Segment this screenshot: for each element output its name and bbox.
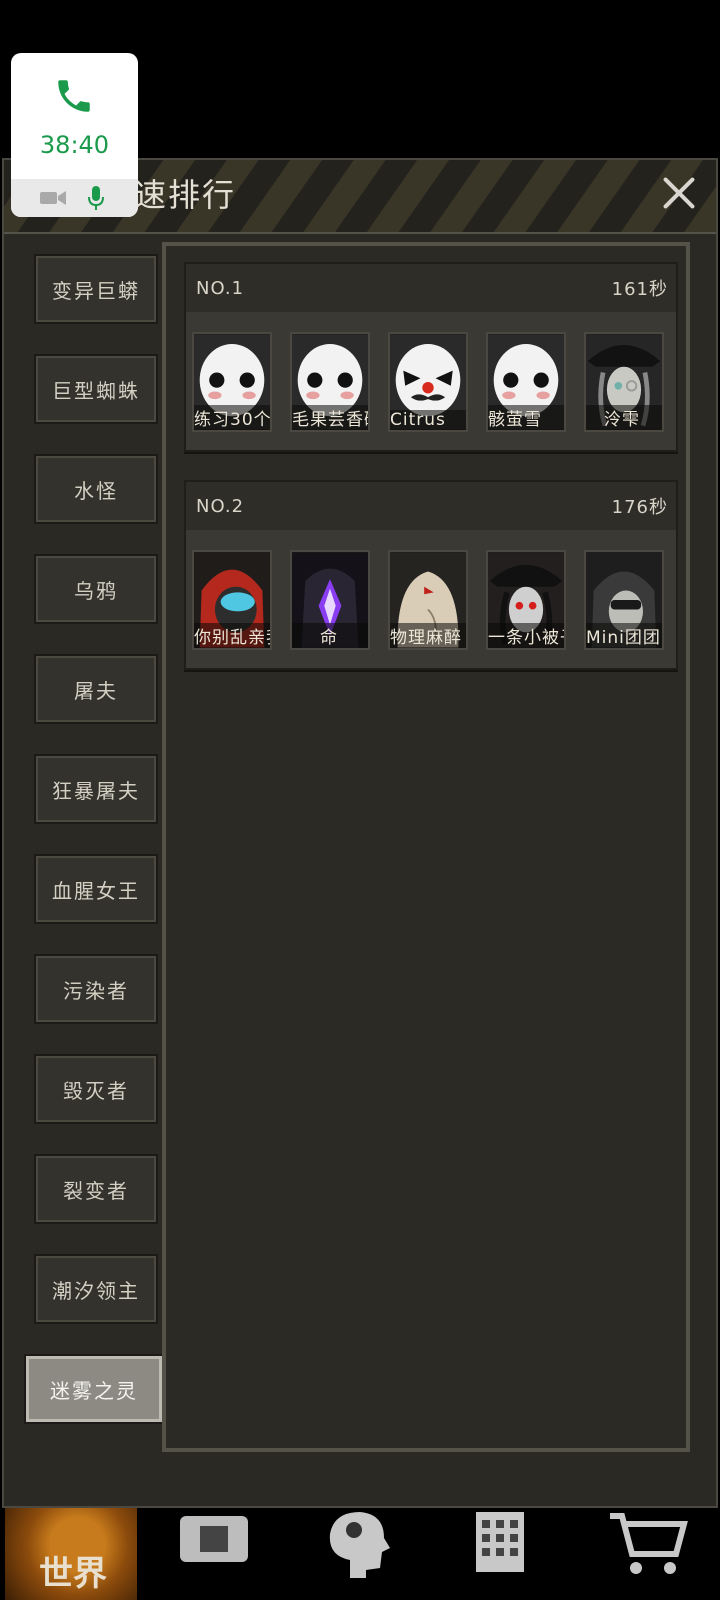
sidebar-item-label: 水怪 (74, 478, 118, 503)
player-name: Mini团团 (586, 623, 662, 648)
sidebar-item-boss-6[interactable]: 狂暴屠夫 (34, 754, 158, 824)
tab-world-label: 世界 (39, 1554, 107, 1594)
sidebar-item-label: 迷雾之灵 (50, 1378, 138, 1403)
sidebar-item-boss-1[interactable]: 变异巨蟒 (34, 254, 158, 324)
player-avatar[interactable]: 你别乱亲我 (192, 550, 272, 650)
player-avatar[interactable]: 练习30个月 (192, 332, 272, 432)
player-list: 你别乱亲我 命 (186, 530, 676, 650)
sidebar-item-boss-8[interactable]: 污染者 (34, 954, 158, 1024)
rank-header: NO.2 176秒 (186, 482, 676, 530)
sidebar-item-label: 污染者 (63, 978, 129, 1003)
sidebar-item-boss-10[interactable]: 裂变者 (34, 1154, 158, 1224)
player-name: 一条小被子 (488, 623, 564, 648)
sidebar-item-boss-11[interactable]: 潮汐领主 (34, 1254, 158, 1324)
player-name: 泠雫 (586, 405, 662, 430)
sidebar-item-boss-5[interactable]: 屠夫 (34, 654, 158, 724)
shopping-cart-icon[interactable] (606, 1508, 696, 1578)
player-name: 练习30个月 (194, 405, 270, 430)
player-avatar[interactable]: 毛果芸香碱 (290, 332, 370, 432)
rank-card-2: NO.2 176秒 你别乱亲我 (184, 480, 678, 670)
player-name: Citrus (390, 410, 466, 430)
player-avatar[interactable]: Mini团团 (584, 550, 664, 650)
video-camera-icon[interactable] (39, 189, 67, 207)
rank-label: NO.1 (196, 277, 245, 299)
sidebar-item-label: 巨型蜘蛛 (52, 378, 140, 403)
player-avatar[interactable]: Citrus (388, 332, 468, 432)
rank-time: 161秒 (611, 279, 668, 300)
sidebar-item-boss-7[interactable]: 血腥女王 (34, 854, 158, 924)
sidebar-item-label: 潮汐领主 (52, 1278, 140, 1303)
sidebar-item-boss-3[interactable]: 水怪 (34, 454, 158, 524)
bottom-nav: 世界 (0, 1508, 720, 1600)
rank-label: NO.2 (196, 495, 245, 517)
building-icon[interactable] (466, 1508, 556, 1578)
player-name: 毛果芸香碱 (292, 405, 368, 430)
sidebar-item-label: 血腥女王 (52, 878, 140, 903)
call-timer: 38:40 (39, 131, 110, 159)
sidebar-item-label: 变异巨蟒 (52, 278, 140, 303)
player-list: 练习30个月 毛果芸香碱 (186, 312, 676, 432)
sidebar-item-boss-9[interactable]: 毁灭者 (34, 1054, 158, 1124)
sidebar-item-boss-2[interactable]: 巨型蜘蛛 (34, 354, 158, 424)
call-controls (11, 179, 138, 217)
player-avatar[interactable]: 命 (290, 550, 370, 650)
sidebar-item-label: 屠夫 (74, 678, 118, 703)
player-name: 命 (292, 623, 368, 648)
rank-time: 176秒 (611, 497, 668, 518)
rank-card-1: NO.1 161秒 练习30个月 (184, 262, 678, 452)
player-name: 骸萤雪 (488, 405, 564, 430)
rank-header: NO.1 161秒 (186, 264, 676, 312)
backpack-icon[interactable] (176, 1508, 266, 1578)
microphone-icon[interactable] (87, 185, 105, 211)
sidebar-item-label: 乌鸦 (74, 578, 118, 603)
tab-world[interactable]: 世界 (5, 1508, 137, 1600)
head-skills-icon[interactable] (320, 1508, 410, 1578)
sidebar-item-boss-4[interactable]: 乌鸦 (34, 554, 158, 624)
player-name: 你别乱亲我 (194, 623, 270, 648)
ranking-list[interactable]: NO.1 161秒 练习30个月 (162, 242, 690, 1452)
panel-title: 速排行 (134, 176, 237, 214)
player-avatar[interactable]: 物理麻醉 (388, 550, 468, 650)
phone-icon (58, 80, 90, 112)
sidebar-item-label: 狂暴屠夫 (52, 778, 140, 803)
player-name: 物理麻醉 (390, 623, 466, 648)
sidebar-item-label: 毁灭者 (63, 1078, 129, 1103)
ranking-panel: 速排行 变异巨蟒 巨型蜘蛛 水怪 乌鸦 屠夫 狂暴屠夫 血腥女王 污染者 毁灭者… (2, 158, 718, 1508)
player-avatar[interactable]: 一条小被子 (486, 550, 566, 650)
player-avatar[interactable]: 泠雫 (584, 332, 664, 432)
call-widget[interactable]: 38:40 (11, 53, 138, 217)
player-avatar[interactable]: 骸萤雪 (486, 332, 566, 432)
sidebar-item-boss-12-selected[interactable]: 迷雾之灵 (24, 1354, 164, 1424)
sidebar-item-label: 裂变者 (63, 1178, 129, 1203)
close-icon[interactable] (656, 170, 702, 216)
